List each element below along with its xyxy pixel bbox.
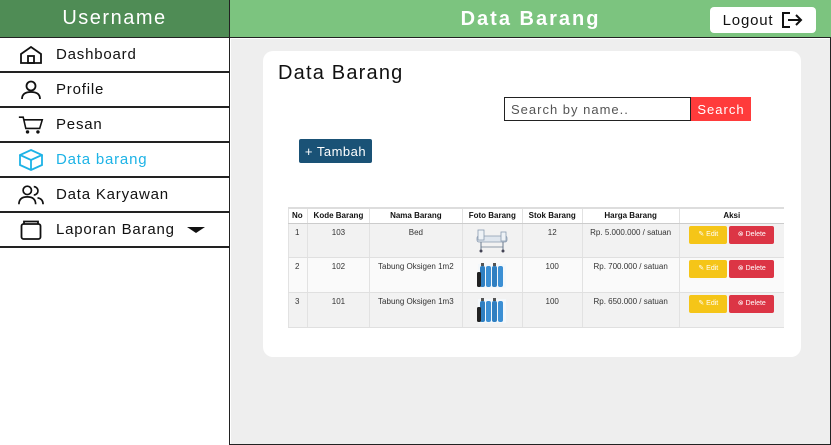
box-icon <box>18 148 44 171</box>
cell-nama: Tabung Oksigen 1m3 <box>368 292 463 328</box>
bed-image <box>476 229 508 252</box>
sidebar-item-data-barang[interactable]: Data barang <box>0 143 229 178</box>
chevron-down-icon[interactable] <box>187 227 205 233</box>
cell-harga: Rp. 650.000 / satuan <box>581 292 680 328</box>
cell-stok: 12 <box>521 223 583 258</box>
cell-aksi: ✎ Edit ⊗ Delete <box>678 292 784 328</box>
cell-kode: 103 <box>306 223 370 258</box>
cell-no: 1 <box>288 223 308 258</box>
oxygen-tank-image <box>477 297 507 323</box>
card-title: Data Barang <box>278 62 404 84</box>
cell-kode: 102 <box>306 257 370 293</box>
cell-foto <box>461 292 523 328</box>
cart-icon <box>18 114 44 136</box>
search-input[interactable] <box>504 97 691 121</box>
column-header: Foto Barang <box>461 207 523 224</box>
cell-foto <box>461 223 523 258</box>
user-icon <box>18 79 44 101</box>
edit-button[interactable]: ✎ Edit <box>689 259 728 278</box>
data-table-wrapper: No Kode Barang Nama Barang Foto Barang S… <box>288 207 784 328</box>
users-icon <box>18 184 44 206</box>
add-button[interactable]: + Tambah <box>299 139 372 163</box>
sidebar-item-label: Profile <box>56 81 105 98</box>
table-row: 3 101 Tabung Oksigen 1m3 100 Rp. 650.000… <box>288 292 784 328</box>
edit-button[interactable]: ✎ Edit <box>689 294 728 313</box>
data-table: No Kode Barang Nama Barang Foto Barang S… <box>288 207 784 328</box>
sidebar-item-data-karyawan[interactable]: Data Karyawan <box>0 178 229 213</box>
column-header: Harga Barang <box>581 207 680 224</box>
sidebar-item-dashboard[interactable]: Dashboard <box>0 38 229 73</box>
column-header: No <box>288 207 308 224</box>
sidebar-item-label: Data barang <box>56 151 148 168</box>
delete-label: Delete <box>745 299 766 307</box>
sidebar-username: Username <box>0 0 229 38</box>
edit-label: Edit <box>706 230 719 238</box>
edit-label: Edit <box>706 264 719 272</box>
logout-button[interactable]: Logout <box>710 7 816 33</box>
column-header: Nama Barang <box>368 207 463 224</box>
main-content: Data Barang Search + Tambah No Kode Bara… <box>231 39 830 444</box>
column-header: Stok Barang <box>521 207 583 224</box>
sidebar-item-label: Data Karyawan <box>56 186 169 203</box>
table-row: 1 103 Bed 12 Rp. 5.000.000 / satuan ✎ Ed… <box>288 223 784 258</box>
cell-nama: Tabung Oksigen 1m2 <box>368 257 463 293</box>
cell-stok: 100 <box>521 292 583 328</box>
sidebar-item-laporan-barang[interactable]: Laporan Barang <box>0 213 229 248</box>
search-button[interactable]: Search <box>691 97 751 121</box>
edit-button[interactable]: ✎ Edit <box>689 225 728 244</box>
cell-nama: Bed <box>368 223 463 258</box>
edit-label: Edit <box>706 299 719 307</box>
delete-button[interactable]: ⊗ Delete <box>729 259 775 278</box>
oxygen-tank-image <box>477 262 507 288</box>
cell-kode: 101 <box>306 292 370 328</box>
cell-foto <box>461 257 523 293</box>
cell-no: 3 <box>288 292 308 328</box>
cell-no: 2 <box>288 257 308 293</box>
logout-icon <box>781 11 803 29</box>
sidebar-item-profile[interactable]: Profile <box>0 73 229 108</box>
cell-aksi: ✎ Edit ⊗ Delete <box>678 257 784 293</box>
table-row: 2 102 Tabung Oksigen 1m2 100 Rp. 700.000… <box>288 257 784 293</box>
cell-aksi: ✎ Edit ⊗ Delete <box>678 223 784 258</box>
sidebar-item-label: Pesan <box>56 116 103 133</box>
delete-label: Delete <box>745 264 766 272</box>
column-header: Kode Barang <box>306 207 370 224</box>
sidebar-item-label: Dashboard <box>56 46 137 63</box>
delete-button[interactable]: ⊗ Delete <box>729 294 775 313</box>
table-header-row: No Kode Barang Nama Barang Foto Barang S… <box>288 207 784 224</box>
delete-button[interactable]: ⊗ Delete <box>729 225 775 244</box>
sidebar-item-pesan[interactable]: Pesan <box>0 108 229 143</box>
home-icon <box>18 44 44 66</box>
top-bar: Data Barang Logout <box>230 0 831 38</box>
folder-icon <box>18 219 44 241</box>
column-header: Aksi <box>678 207 784 224</box>
sidebar: Username Dashboard Profile Pesan Data ba… <box>0 0 230 445</box>
content-card: Data Barang Search + Tambah No Kode Bara… <box>263 51 801 357</box>
cell-stok: 100 <box>521 257 583 293</box>
delete-label: Delete <box>745 230 766 238</box>
cell-harga: Rp. 5.000.000 / satuan <box>581 223 680 258</box>
logout-label: Logout <box>722 11 774 29</box>
cell-harga: Rp. 700.000 / satuan <box>581 257 680 293</box>
sidebar-item-label: Laporan Barang <box>56 221 175 238</box>
